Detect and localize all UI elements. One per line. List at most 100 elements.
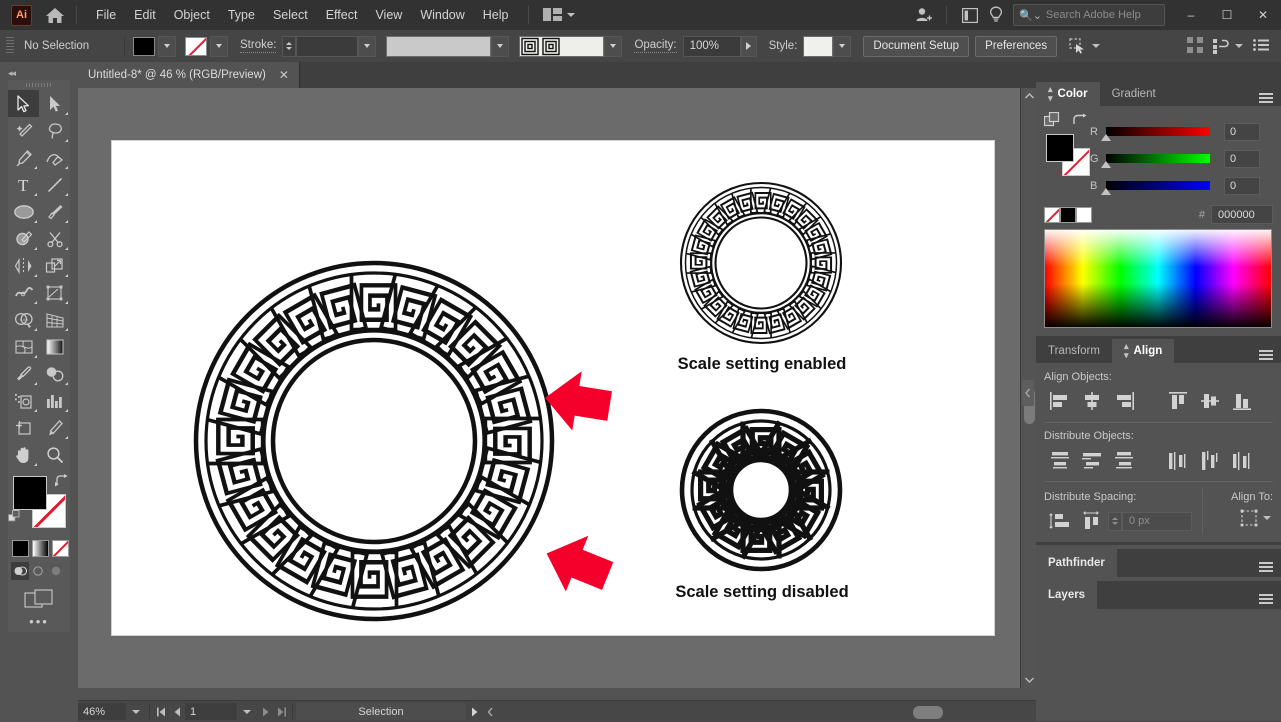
ellipse-tool[interactable] [8, 198, 39, 225]
search-adobe-help-input[interactable]: 🔍⌄ Search Adobe Help [1013, 4, 1165, 26]
selection-tool[interactable] [8, 90, 39, 117]
fill-stroke-toggle-icon[interactable] [1043, 111, 1060, 131]
next-artboard-button[interactable] [257, 703, 273, 720]
document-setup-button[interactable]: Document Setup [863, 35, 970, 57]
tab-gradient[interactable]: Gradient [1100, 82, 1168, 106]
align-panel-menu-icon[interactable] [1259, 339, 1273, 363]
tab-layers[interactable]: Layers [1036, 581, 1098, 609]
free-transform-tool[interactable] [39, 279, 70, 306]
channel-value-r[interactable]: 0 [1224, 122, 1260, 141]
vertical-distribute-bottom-button[interactable] [1108, 447, 1140, 473]
swatch-white[interactable] [1076, 206, 1092, 223]
stroke-weight-dropdown[interactable] [358, 35, 377, 57]
scroll-down-icon[interactable] [1021, 672, 1037, 688]
preferences-button[interactable]: Preferences [975, 35, 1058, 57]
menu-item-type[interactable]: Type [219, 4, 264, 26]
draw-behind-icon[interactable] [29, 562, 47, 580]
shape-builder-tool[interactable] [8, 306, 39, 333]
menu-item-file[interactable]: File [87, 4, 125, 26]
channel-slider-r[interactable] [1101, 127, 1210, 141]
curvature-tool[interactable] [39, 144, 70, 171]
gradient-tool[interactable] [39, 333, 70, 360]
opacity-options-button[interactable] [740, 35, 757, 57]
tab-color[interactable]: ▴ ▾ Color [1036, 82, 1100, 106]
workspace-switcher-icon[interactable] [957, 0, 983, 30]
width-tool[interactable] [8, 279, 39, 306]
eyedropper-tool[interactable] [8, 360, 39, 387]
menu-item-help[interactable]: Help [474, 4, 518, 26]
canvas-area[interactable]: Scale setting enabled Scale setting disa… [78, 88, 1020, 688]
window-maximize-button[interactable]: ☐ [1209, 0, 1245, 30]
pathfinder-panel-menu-icon[interactable] [1259, 549, 1273, 577]
column-graph-tool[interactable] [39, 387, 70, 414]
horizontal-distribute-left-button[interactable] [1162, 447, 1194, 473]
color-spectrum-picker[interactable] [1044, 229, 1272, 328]
pathfinder-panel-header[interactable]: Pathfinder [1036, 549, 1281, 577]
color-fill-swatch[interactable] [1046, 134, 1074, 162]
document-tab[interactable]: Untitled-8* @ 46 % (RGB/Preview) ✕ [78, 62, 300, 88]
stroke-profile-preview[interactable] [386, 35, 492, 57]
mesh-tool[interactable] [8, 333, 39, 360]
swatch-black[interactable] [1060, 206, 1076, 223]
horizontal-scroll-thumb[interactable] [913, 705, 943, 719]
tab-pathfinder[interactable]: Pathfinder [1036, 549, 1117, 577]
stroke-color-dropdown[interactable] [210, 35, 228, 57]
artboard[interactable]: Scale setting enabled Scale setting disa… [111, 140, 995, 636]
close-icon[interactable]: ✕ [279, 68, 289, 82]
status-indicator[interactable]: Selection [296, 703, 466, 720]
line-segment-tool[interactable] [39, 171, 70, 198]
stroke-profile-dropdown[interactable] [491, 35, 510, 57]
screen-mode-button[interactable] [8, 588, 70, 610]
discover-bulb-icon[interactable] [983, 0, 1009, 30]
scale-tool[interactable] [39, 252, 70, 279]
home-icon[interactable] [44, 5, 66, 25]
menu-item-edit[interactable]: Edit [125, 4, 165, 26]
window-minimize-button[interactable]: – [1173, 0, 1209, 30]
toolbar-more-button[interactable]: ••• [8, 610, 70, 632]
select-similar-objects-button[interactable] [1069, 38, 1101, 54]
color-panel-menu-icon[interactable] [1259, 82, 1273, 106]
tab-transform[interactable]: Transform [1036, 339, 1112, 363]
previous-artboard-button[interactable] [169, 703, 185, 720]
pen-tool[interactable] [8, 144, 39, 171]
draw-normal-icon[interactable] [11, 562, 29, 580]
rotate-tool[interactable] [8, 252, 39, 279]
horizontal-align-right-button[interactable] [1108, 388, 1140, 414]
layers-panel-header[interactable]: Layers [1036, 581, 1281, 609]
type-tool[interactable]: T [8, 171, 39, 198]
slice-tool[interactable] [39, 414, 70, 441]
swap-fill-stroke-icon[interactable] [55, 474, 69, 491]
artboard-number-input[interactable]: 1 [185, 703, 237, 720]
panel-collapse-handle[interactable] [1022, 380, 1034, 406]
menu-item-select[interactable]: Select [264, 4, 317, 26]
channel-slider-g[interactable] [1101, 154, 1210, 168]
perspective-grid-tool[interactable] [39, 306, 70, 333]
horizontal-distribute-space-button[interactable] [1076, 508, 1108, 534]
symbol-sprayer-tool[interactable] [8, 387, 39, 414]
status-options-button[interactable] [466, 703, 482, 720]
swap-fill-stroke-icon[interactable] [1072, 113, 1088, 130]
arrange-documents-icon[interactable] [542, 8, 575, 22]
horizontal-align-left-button[interactable] [1044, 388, 1076, 414]
channel-value-b[interactable]: 0 [1224, 176, 1260, 195]
toolbar-collapse-button[interactable]: ◂◂ [8, 68, 16, 79]
vertical-align-bottom-button[interactable] [1226, 388, 1258, 414]
swatch-none[interactable] [1044, 206, 1060, 223]
align-grid-icon[interactable] [1187, 36, 1203, 56]
color-mode-color[interactable] [12, 540, 29, 557]
shaper-tool[interactable] [8, 225, 39, 252]
stroke-color-swatch[interactable] [185, 36, 207, 56]
stroke-weight-stepper[interactable] [282, 35, 297, 57]
vertical-distribute-space-button[interactable] [1044, 508, 1076, 534]
channel-slider-b[interactable] [1101, 181, 1210, 195]
channel-value-g[interactable]: 0 [1224, 149, 1260, 168]
fill-swatch-large[interactable] [13, 476, 47, 510]
account-add-icon[interactable] [910, 0, 936, 30]
zoom-level-dropdown[interactable] [126, 703, 146, 720]
menu-item-effect[interactable]: Effect [317, 4, 367, 26]
color-mode-none[interactable] [52, 540, 69, 557]
opacity-input[interactable]: 100% [682, 35, 741, 57]
panel-menu-icon[interactable] [1253, 38, 1269, 54]
brush-definition-preview[interactable] [519, 35, 605, 57]
first-artboard-button[interactable] [153, 703, 169, 720]
